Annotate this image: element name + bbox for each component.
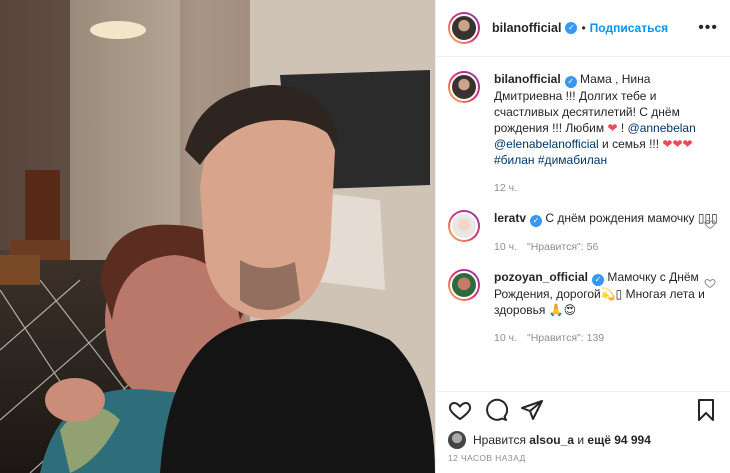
verified-icon: ✓ [564,76,577,88]
hearts-emoji: ❤❤❤ [662,137,693,151]
liker-avatar[interactable] [448,431,466,449]
comment-row: leratv ✓ С днём рождения мамочку ▯▯▯ 10 ч… [448,210,718,255]
post-side-panel: bilanofficial ✓ • Подписаться ••• bilano… [435,0,730,473]
likes-prefix: Нравится [473,433,526,447]
likes-count[interactable]: ещё 94 994 [587,433,651,447]
likes-middle: и [577,433,585,447]
mention-link[interactable]: @annebelan [628,121,696,135]
verified-icon: ✓ [592,274,605,286]
follow-button[interactable]: Подписаться [590,21,668,35]
comment-username[interactable]: pozoyan_official [494,270,588,284]
comment-username[interactable]: leratv [494,211,526,225]
post-actions [436,391,730,427]
caption-text: и семья !!! [598,137,663,151]
like-comment-heart-icon[interactable] [704,277,716,289]
heart-emoji: ❤ [607,121,618,135]
caption-username[interactable]: bilanofficial [494,72,561,86]
liker-username[interactable]: alsou_a [529,433,574,447]
comment-time[interactable]: 10 ч. [494,332,517,344]
caption-avatar[interactable] [448,71,480,103]
post-photo[interactable] [0,0,435,473]
comment-meta: 10 ч. "Нравится": 139 [494,330,718,346]
instagram-post: bilanofficial ✓ • Подписаться ••• bilano… [0,0,730,473]
caption: bilanofficial ✓ Мама , Нина Дмитриевна !!… [448,71,718,196]
share-icon[interactable] [520,398,544,422]
bookmark-icon[interactable] [694,398,718,422]
comment-meta: 10 ч. "Нравится": 56 [494,239,718,255]
verified-icon: ✓ [565,22,578,34]
heart-icon[interactable] [448,398,472,422]
caption-text: ! [617,121,628,135]
post-timestamp[interactable]: 12 ЧАСОВ НАЗАД [436,453,730,473]
comment-likes[interactable]: "Нравится": 56 [527,241,598,253]
comment-text: С днём рождения мамочку ▯▯▯ [545,211,718,225]
comments-list[interactable]: bilanofficial ✓ Мама , Нина Дмитриевна !!… [436,57,730,391]
comment-likes[interactable]: "Нравится": 139 [527,332,604,344]
comment-avatar[interactable] [448,210,480,242]
comment-row: pozoyan_official ✓ Мамочку с Днём Рождени… [448,269,718,346]
caption-meta: 12 ч. [494,180,718,196]
post-header: bilanofficial ✓ • Подписаться ••• [436,0,730,57]
author-avatar[interactable] [448,12,480,44]
hashtags[interactable]: #билан #димабилан [494,153,607,167]
author-username[interactable]: bilanofficial [492,21,561,35]
comment-avatar[interactable] [448,269,480,301]
likes-line: Нравится alsou_a и ещё 94 994 [436,427,730,453]
comment-icon[interactable] [484,398,508,422]
caption-time[interactable]: 12 ч. [494,182,517,194]
verified-icon: ✓ [530,215,543,227]
separator-dot: • [581,21,586,35]
like-comment-heart-icon[interactable] [704,218,716,230]
more-options-icon[interactable]: ••• [698,19,718,37]
comment-time[interactable]: 10 ч. [494,241,517,253]
selfie-photo [0,0,435,473]
mention-link[interactable]: @elenabelanofficial [494,137,599,151]
